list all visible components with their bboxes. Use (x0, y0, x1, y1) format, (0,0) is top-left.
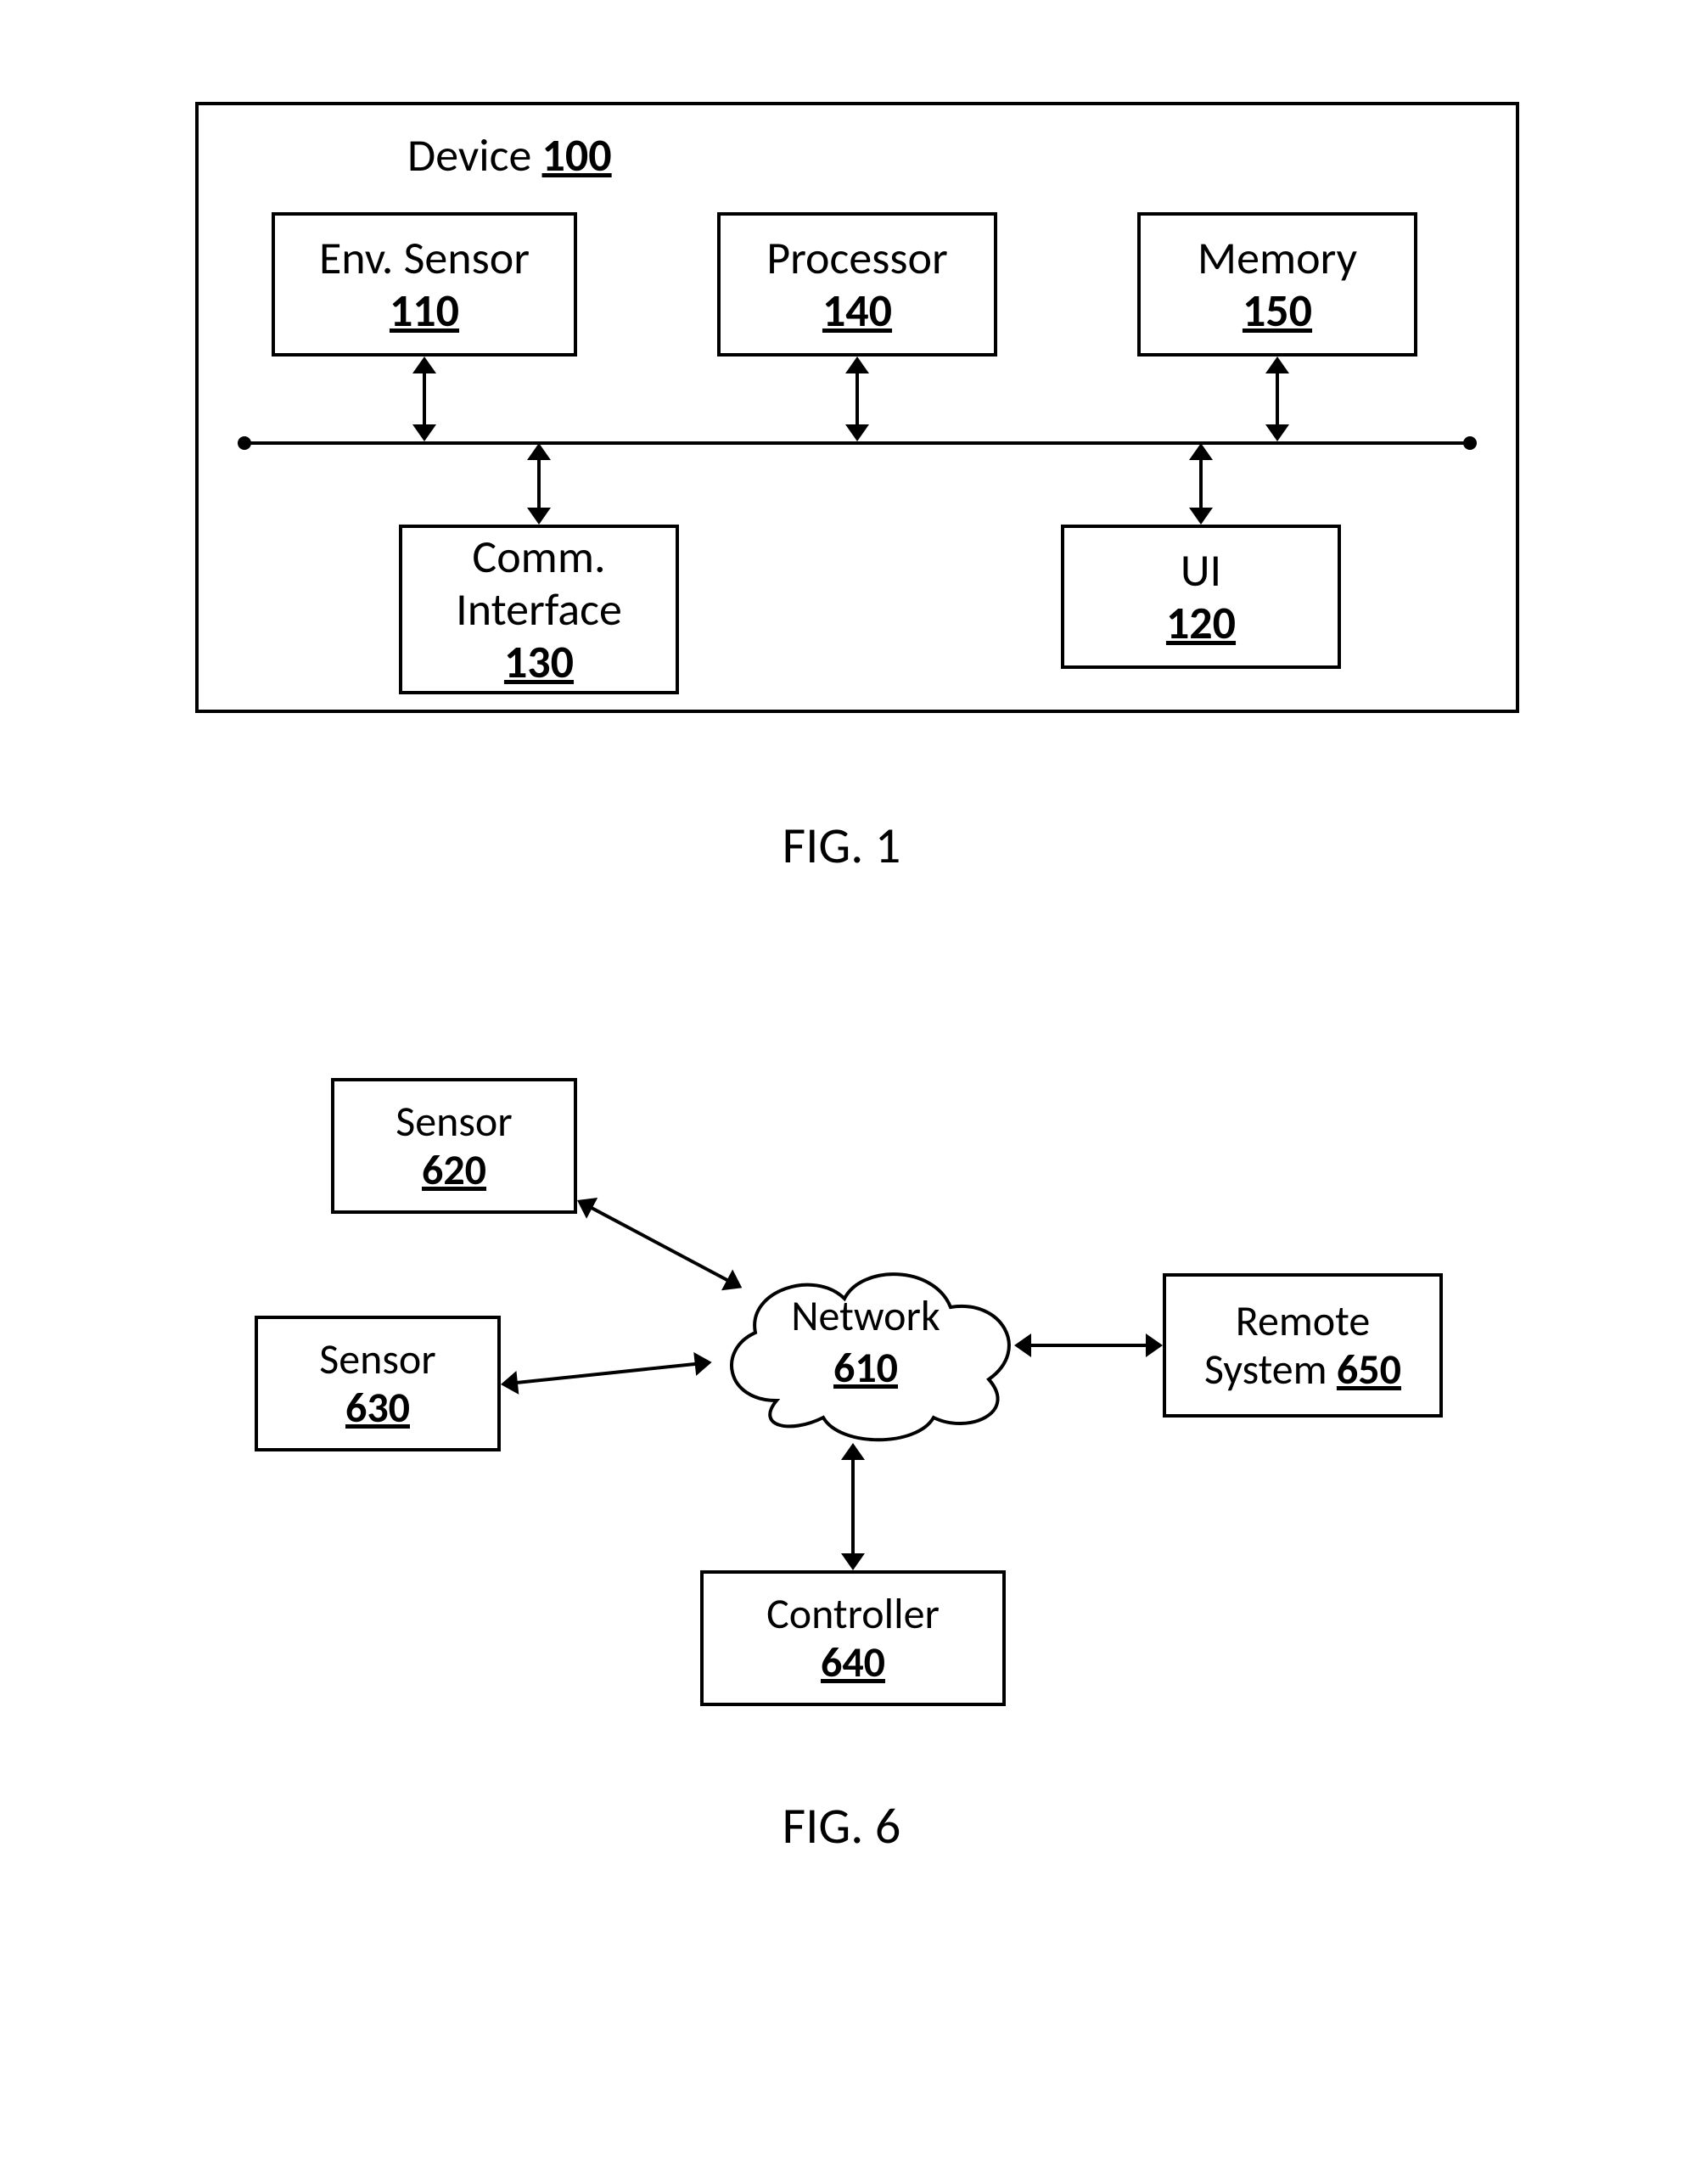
fig1-bus-dot-right (1463, 436, 1477, 450)
fig6-sensor-620-box: Sensor 620 (331, 1078, 577, 1214)
fig1-arrow-mem-bus (1260, 357, 1294, 441)
diagram-page: Device 100 Env. Sensor 110 Processor 140… (0, 0, 1683, 2184)
fig6-sensor-630-box: Sensor 630 (255, 1316, 501, 1451)
fig1-comm-if-line1: Comm. (472, 531, 605, 583)
fig6-sensor-620-ref: 620 (422, 1146, 486, 1195)
fig6-controller-label: Controller (766, 1590, 940, 1639)
fig1-env-sensor-box: Env. Sensor 110 (272, 212, 577, 357)
fig6-remote-line2-ref: System 650 (1204, 1345, 1401, 1395)
fig6-remote-ref: 650 (1337, 1344, 1401, 1395)
fig1-ui-ref: 120 (1166, 597, 1236, 649)
fig1-bus-line (244, 441, 1470, 445)
fig6-network-label: Network 610 (696, 1290, 1035, 1394)
fig6-arrow-network-remote (1014, 1328, 1163, 1362)
fig1-arrow-bus-comm (522, 443, 556, 525)
fig1-env-sensor-ref: 110 (390, 284, 459, 337)
fig1-arrow-env-bus (407, 357, 441, 441)
fig6-remote-line1: Remote (1236, 1297, 1371, 1346)
fig1-env-sensor-label: Env. Sensor (319, 232, 530, 284)
fig1-ui-label: UI (1181, 544, 1221, 597)
fig1-memory-label: Memory (1198, 232, 1357, 284)
fig1-device-ref: 100 (542, 127, 612, 183)
fig1-arrow-proc-bus (840, 357, 874, 441)
fig6-remote-system-box: Remote System 650 (1163, 1273, 1443, 1418)
fig1-comm-if-ref: 130 (504, 636, 574, 688)
fig6-controller-box: Controller 640 (700, 1570, 1006, 1706)
fig6-arrow-network-controller (836, 1443, 870, 1570)
fig6-sensor-630-ref: 630 (345, 1384, 410, 1433)
fig6-sensor-620-label: Sensor (396, 1098, 512, 1147)
fig1-comm-if-box: Comm. Interface 130 (399, 525, 679, 694)
fig1-comm-if-line2: Interface (456, 583, 622, 636)
fig1-ui-box: UI 120 (1061, 525, 1341, 669)
fig1-arrow-bus-ui (1184, 443, 1218, 525)
fig1-device-label: Device 100 (407, 127, 747, 183)
fig6-controller-ref: 640 (821, 1638, 885, 1687)
fig1-processor-label: Processor (766, 232, 948, 284)
fig6-sensor-630-label: Sensor (319, 1335, 435, 1384)
fig1-processor-box: Processor 140 (717, 212, 997, 357)
fig6-caption: FIG. 6 (0, 1795, 1683, 1857)
fig6-remote-line2: System (1204, 1344, 1327, 1395)
fig6-network-ref: 610 (696, 1342, 1035, 1394)
fig1-processor-ref: 140 (822, 284, 892, 337)
fig1-device-label-text: Device (407, 127, 531, 183)
fig6-network-label-text: Network (696, 1290, 1035, 1342)
fig1-memory-box: Memory 150 (1137, 212, 1417, 357)
fig1-caption: FIG. 1 (0, 815, 1683, 877)
fig1-bus-dot-left (238, 436, 251, 450)
fig1-memory-ref: 150 (1243, 284, 1312, 337)
fig6-arrow-630-network (500, 1350, 714, 1396)
